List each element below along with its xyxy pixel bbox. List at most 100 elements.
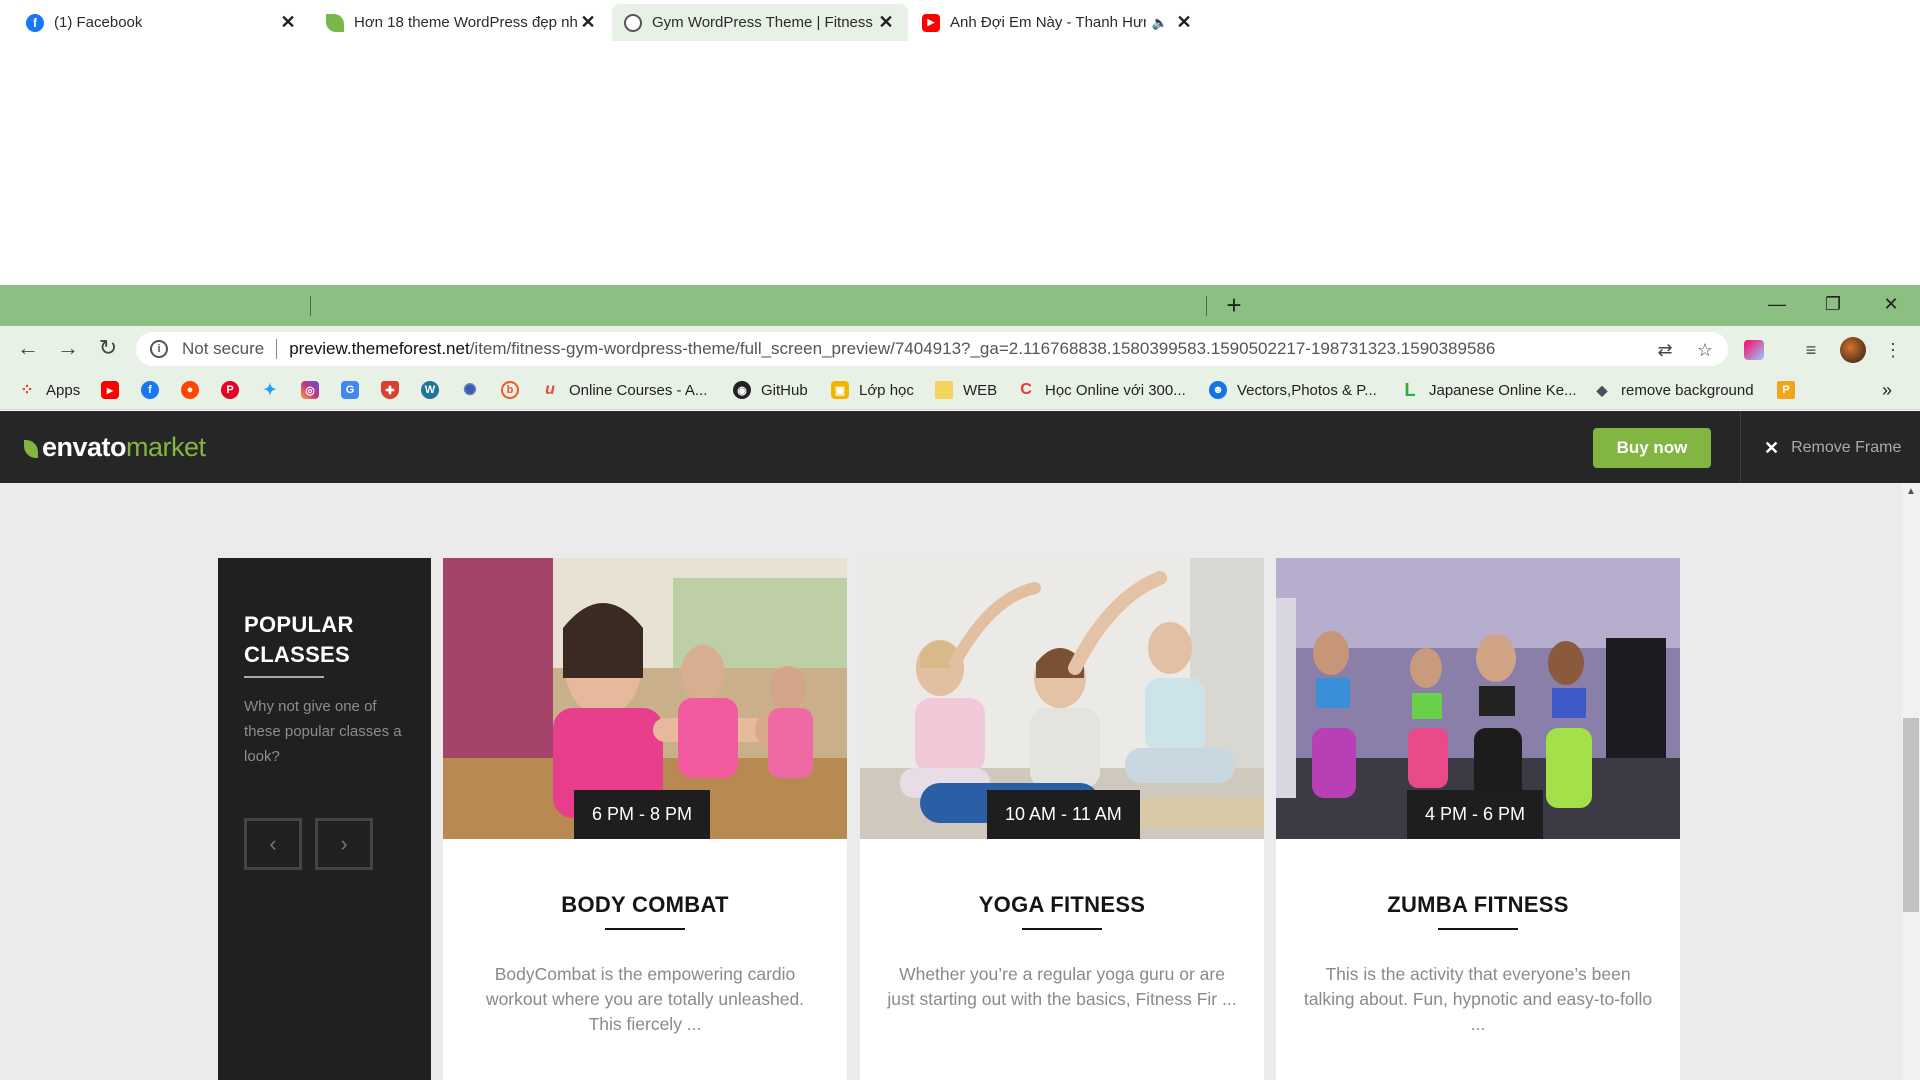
close-window-icon[interactable]: ✕	[1868, 289, 1914, 319]
bookmark-twitter[interactable]: ✦	[261, 378, 289, 402]
reload-icon[interactable]: ↻	[94, 334, 122, 362]
class-description: This is the activity that everyone’s bee…	[1303, 964, 1653, 1034]
extension-icon[interactable]	[1744, 340, 1764, 360]
section-description: Why not give one of these popular classe…	[244, 698, 402, 765]
tab-wordpress-themes[interactable]: Hơn 18 theme WordPress đẹp nhất ✕	[314, 4, 610, 41]
title-underline	[605, 928, 685, 930]
media-queue-icon[interactable]: ≡	[1800, 339, 1822, 361]
envato-logo[interactable]: envatomarket	[24, 432, 206, 463]
avatar[interactable]	[1840, 337, 1866, 363]
bookmark-p[interactable]: P	[1777, 378, 1805, 402]
youtube-icon: ▶	[922, 13, 940, 32]
bookmark-remove-bg[interactable]: ◆ remove background	[1593, 378, 1754, 402]
scrollbar-thumb[interactable]	[1903, 718, 1919, 912]
remove-frame-label: Remove Frame	[1791, 439, 1902, 456]
bookmark-label: Japanese Online Ke...	[1429, 381, 1577, 399]
bookmark-crest[interactable]: ✚	[381, 378, 409, 402]
youtube-icon: ▶	[101, 381, 119, 399]
bookmark-instagram[interactable]: ◎	[301, 378, 329, 402]
remove-frame-button[interactable]: ✕ Remove Frame	[1764, 436, 1901, 460]
logo-accent: market	[126, 432, 206, 462]
bookmark-b[interactable]: b	[501, 378, 529, 402]
bookmark-label: WEB	[963, 381, 998, 399]
wordpress-icon: W	[421, 381, 439, 399]
class-time: 10 AM - 11 AM	[987, 790, 1140, 839]
twitter-icon: ✦	[263, 382, 277, 399]
bookmark-japanese[interactable]: L Japanese Online Ke...	[1401, 378, 1577, 402]
divider	[1740, 411, 1741, 483]
tab-gym-theme[interactable]: Gym WordPress Theme | Fitness Fir ✕	[612, 4, 908, 41]
security-label[interactable]: Not secure	[182, 339, 264, 359]
address-bar[interactable]: i Not secure preview.themeforest.net/ite…	[136, 332, 1728, 366]
bookmark-wordpress[interactable]: W	[421, 378, 449, 402]
restore-icon[interactable]: ❐	[1810, 289, 1856, 319]
class-time: 4 PM - 6 PM	[1407, 790, 1544, 839]
bookmark-virus[interactable]: ✺	[461, 378, 489, 402]
translate-icon: G	[341, 381, 359, 399]
menu-dots-icon[interactable]: ⋮	[1882, 339, 1904, 361]
bookmark-classroom[interactable]: ▣ Lớp học	[831, 378, 914, 402]
class-description: Whether you’re a regular yoga guru or ar…	[887, 964, 1237, 1009]
translate-icon[interactable]: ⇄	[1654, 339, 1676, 361]
url-text[interactable]: preview.themeforest.net/item/fitness-gym…	[289, 339, 1495, 359]
class-title[interactable]: YOGA FITNESS	[860, 892, 1264, 918]
facebook-icon: f	[26, 13, 44, 32]
l-logo-icon: L	[1404, 379, 1416, 400]
bookmark-youtube[interactable]: ▶	[101, 378, 129, 402]
class-card[interactable]: 10 AM - 11 AM YOGA FITNESS Whether you’r…	[860, 558, 1264, 1080]
scroll-up-arrow[interactable]: ▲	[1904, 486, 1918, 500]
bookmark-facebook[interactable]: f	[141, 378, 169, 402]
minimize-icon[interactable]: —	[1754, 289, 1800, 319]
bookmark-label: Online Courses - A...	[569, 381, 708, 399]
close-icon[interactable]: ✕	[1174, 12, 1194, 33]
url-path: /item/fitness-gym-wordpress-theme/full_s…	[469, 339, 1496, 358]
udemy-icon: u	[545, 381, 555, 398]
star-icon[interactable]: ☆	[1694, 339, 1716, 361]
tab-title: Gym WordPress Theme | Fitness Fir	[652, 14, 876, 31]
bookmark-translate[interactable]: G	[341, 378, 369, 402]
prev-button[interactable]: ‹	[244, 818, 302, 870]
new-tab-button[interactable]: +	[1222, 289, 1246, 321]
close-icon[interactable]: ✕	[278, 12, 298, 33]
class-title[interactable]: ZUMBA FITNESS	[1276, 892, 1680, 918]
reddit-icon: ●	[181, 381, 199, 399]
bookmark-pinterest[interactable]: P	[221, 378, 249, 402]
bookmark-label: GitHub	[761, 381, 808, 399]
title-underline	[1022, 928, 1102, 930]
back-icon[interactable]: ←	[14, 334, 42, 362]
apps-grid-icon: ⁘	[20, 382, 34, 399]
bookmark-freepik[interactable]: ☻ Vectors,Photos & P...	[1209, 378, 1377, 402]
bookmark-label: Học Online với 300...	[1045, 381, 1186, 399]
info-icon[interactable]: i	[150, 340, 168, 358]
bookmark-label: Apps	[46, 381, 81, 399]
next-button[interactable]: ›	[315, 818, 373, 870]
speaker-icon[interactable]: 🔈	[1152, 15, 1168, 31]
section-title: POPULAR CLASSES	[244, 612, 354, 667]
bookmark-github[interactable]: ◉ GitHub	[733, 378, 808, 402]
tab-separator	[310, 296, 311, 316]
close-icon[interactable]: ✕	[578, 12, 598, 33]
divider	[276, 339, 278, 359]
buy-now-button[interactable]: Buy now	[1593, 428, 1711, 468]
bookmark-apps[interactable]: ⁘ Apps	[18, 378, 80, 402]
close-icon[interactable]: ✕	[876, 12, 896, 33]
forward-icon[interactable]: →	[54, 334, 82, 362]
b-circle-icon: b	[501, 381, 519, 399]
pinterest-icon: P	[221, 381, 239, 399]
class-title[interactable]: BODY COMBAT	[443, 892, 847, 918]
tab-facebook[interactable]: f (1) Facebook ✕	[14, 4, 310, 41]
popular-classes-panel: POPULAR CLASSES Why not give one of thes…	[218, 558, 431, 1080]
bookmark-reddit[interactable]: ●	[181, 378, 209, 402]
more-bookmarks-button[interactable]: »	[1882, 378, 1892, 402]
bookmark-web-folder[interactable]: WEB	[935, 378, 997, 402]
blank-top-area	[0, 0, 1920, 285]
c-logo-icon: C	[1020, 381, 1032, 398]
bookmark-hoc-online[interactable]: C Học Online với 300...	[1017, 378, 1186, 402]
instagram-icon: ◎	[301, 381, 319, 399]
class-card[interactable]: 4 PM - 6 PM ZUMBA FITNESS This is the ac…	[1276, 558, 1680, 1080]
shield-crest-icon: ✚	[381, 381, 399, 399]
class-card[interactable]: 6 PM - 8 PM BODY COMBAT BodyCombat is th…	[443, 558, 847, 1080]
bookmark-online-courses[interactable]: u Online Courses - A...	[541, 378, 707, 402]
p-logo-icon: P	[1777, 381, 1795, 399]
tab-youtube[interactable]: ▶ Anh Đợi Em Này - Thanh Hưng 🔈 ✕	[910, 4, 1206, 41]
